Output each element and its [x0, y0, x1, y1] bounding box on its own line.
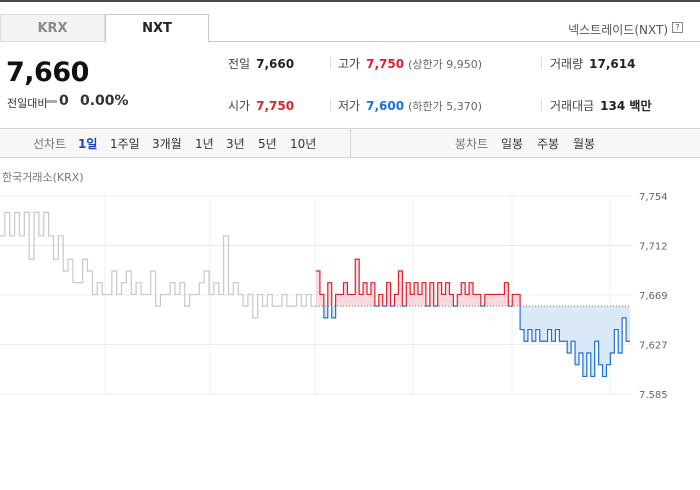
lower-limit: (하한가 5,370) — [408, 100, 482, 113]
y-tick-label: 7,669 — [639, 291, 668, 302]
stat-open: 시가 7,750 — [228, 97, 294, 114]
help-icon[interactable]: ? — [672, 22, 683, 33]
change-label: 전일대비 — [7, 97, 48, 110]
period-5y-button[interactable]: 5년 — [258, 135, 277, 152]
stat-label: 고가 — [338, 57, 361, 71]
tab-nxt[interactable]: NXT — [105, 14, 209, 42]
period-1w-button[interactable]: 1주일 — [110, 135, 140, 152]
top-border — [0, 0, 700, 2]
candle-monthly-button[interactable]: 월봉 — [573, 135, 595, 152]
y-tick-label: 7,712 — [639, 242, 668, 253]
divider — [541, 99, 542, 111]
stat-volume: 거래량 17,614 — [550, 55, 635, 72]
stat-label: 전일 — [228, 57, 251, 71]
tab-krx[interactable]: KRX — [0, 14, 105, 42]
change-rate: 0.00% — [80, 93, 129, 109]
stat-label: 시가 — [228, 99, 251, 113]
stat-label: 거래량 — [550, 57, 584, 71]
toolbar-divider — [350, 128, 351, 158]
stat-low: 저가 7,600 (하한가 5,370) — [338, 97, 482, 114]
y-tick-label: 7,627 — [639, 341, 668, 352]
market-source-label: 넥스트레이드(NXT) — [568, 23, 668, 37]
intraday-price-chart: 7,754 7,712 7,669 7,627 7,585 — [0, 192, 668, 398]
period-1d-button[interactable]: 1일 — [78, 135, 97, 152]
stat-label: 저가 — [338, 99, 361, 113]
chart-title: 한국거래소(KRX) — [2, 171, 84, 184]
candle-chart-label: 봉차트 — [455, 137, 489, 151]
upper-limit: (상한가 9,950) — [408, 58, 482, 71]
current-price: 7,660 — [6, 57, 89, 88]
stat-label: 거래대금 — [550, 99, 595, 113]
period-1y-button[interactable]: 1년 — [195, 135, 214, 152]
change-value: 0 — [59, 93, 69, 109]
period-3m-button[interactable]: 3개월 — [152, 135, 182, 152]
stat-high: 고가 7,750 (상한가 9,950) — [338, 55, 482, 72]
stat-value: 134 백만 — [600, 99, 652, 113]
series-krx-line — [0, 211, 316, 319]
stat-prev-close: 전일 7,660 — [228, 55, 294, 72]
stat-amount: 거래대금 134 백만 — [550, 97, 651, 114]
stat-value: 17,614 — [589, 57, 636, 71]
stat-value: 7,660 — [256, 57, 295, 71]
y-tick-label: 7,585 — [639, 390, 668, 398]
period-3y-button[interactable]: 3년 — [226, 135, 245, 152]
stat-value: 7,750 — [366, 57, 405, 71]
flat-change-icon — [46, 100, 57, 103]
divider — [330, 57, 331, 69]
candle-weekly-button[interactable]: 주봉 — [537, 135, 559, 152]
line-chart-label: 선차트 — [33, 137, 67, 151]
divider — [541, 57, 542, 69]
period-10y-button[interactable]: 10년 — [290, 135, 316, 152]
stat-value: 7,600 — [366, 99, 405, 113]
tab-underline — [209, 41, 700, 42]
candle-daily-button[interactable]: 일봉 — [501, 135, 523, 152]
stat-value: 7,750 — [256, 99, 295, 113]
y-tick-label: 7,754 — [639, 192, 668, 203]
divider — [330, 99, 331, 111]
